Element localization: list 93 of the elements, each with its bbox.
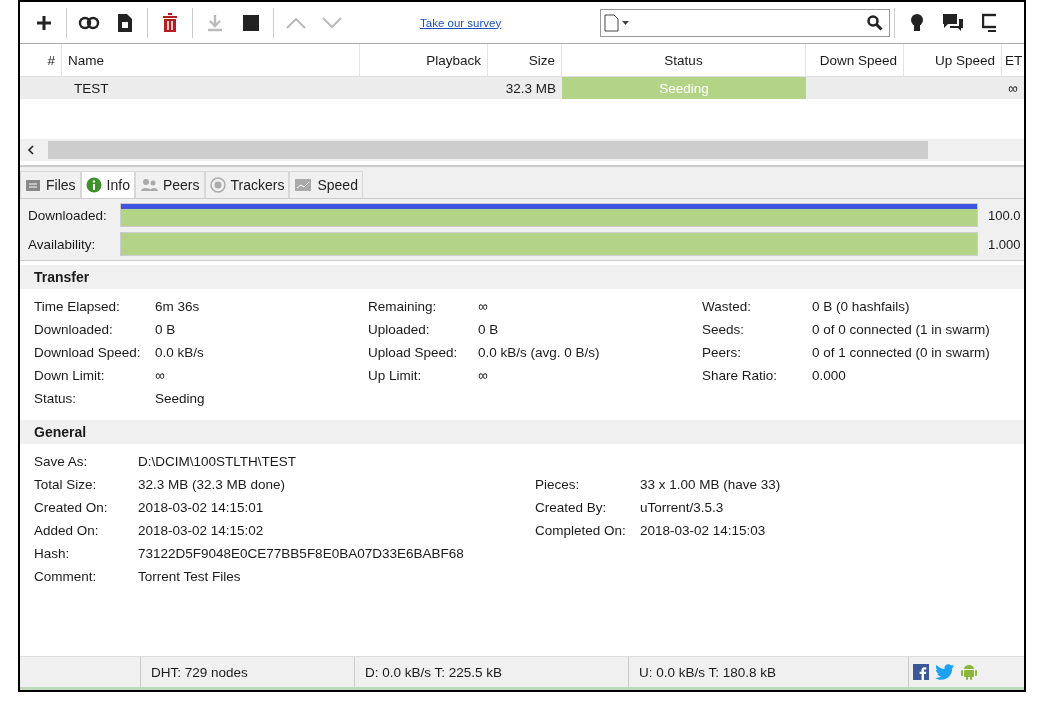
status-text: DHT: 729 nodes	[140, 657, 354, 687]
field-value: 0 B	[155, 322, 176, 337]
field-label: Wasted:	[702, 299, 753, 314]
status-text: U: 0.0 kB/s T: 180.8 kB	[628, 657, 908, 687]
lightbulb-icon	[910, 12, 924, 33]
search-field[interactable]	[600, 8, 890, 37]
bar-label: Downloaded:	[28, 207, 108, 223]
field-label: Added On:	[34, 523, 100, 538]
bar-label: Availability:	[28, 236, 97, 252]
field-value: ∞	[478, 299, 488, 314]
down-chevron-icon	[321, 15, 343, 30]
field-value: 0.0 kB/s (avg. 0 B/s)	[478, 345, 600, 360]
document-icon	[117, 12, 133, 33]
field-value: ∞	[478, 368, 488, 383]
field-value: 0 of 0 connected (1 in swarm)	[812, 322, 990, 337]
field-value: 0 of 1 connected (0 in swarm)	[812, 345, 990, 360]
field-value: 33 x 1.00 MB (have 33)	[640, 477, 781, 492]
field-label: Pieces:	[535, 477, 581, 492]
column-header[interactable]: Name	[62, 44, 360, 76]
field-value: 0 B (0 hashfails)	[812, 299, 910, 314]
field-label: Download Speed:	[34, 345, 142, 360]
column-header[interactable]: Status	[562, 44, 806, 76]
field-value: 0.000	[812, 368, 846, 383]
plus-icon	[35, 13, 53, 32]
stop-icon	[242, 13, 260, 32]
people-icon	[139, 178, 158, 192]
tab[interactable]: Speed	[289, 171, 363, 198]
search-icon	[867, 14, 883, 31]
field-label: Remaining:	[368, 299, 438, 314]
size-cell-text: 32.3 MB	[504, 79, 557, 98]
tab[interactable]: Info	[80, 171, 135, 198]
download-icon	[207, 13, 223, 32]
field-value: 2018-03-02 14:15:03	[640, 523, 766, 538]
bar-reading: 1.000	[988, 236, 1021, 252]
column-header[interactable]: ET	[1002, 44, 1024, 76]
section-header: Transfer	[20, 265, 1024, 289]
field-value: 2018-03-02 14:15:01	[138, 500, 265, 515]
field-label: Created On:	[34, 500, 109, 515]
field-value: uTorrent/3.5.3	[640, 500, 724, 515]
field-value: D:\DCIM\100STLTH\TEST	[138, 454, 298, 469]
torrent-row[interactable]: TEST 32.3 MB Seeding ∞	[20, 77, 1024, 99]
facebook-icon[interactable]	[913, 664, 929, 680]
name-cell-text: TEST	[73, 79, 110, 98]
field-value: 32.3 MB (32.3 MB done)	[138, 477, 287, 492]
field-value: 0.0 kB/s	[155, 345, 204, 360]
field-label: Seeds:	[702, 322, 746, 337]
column-header[interactable]: Size	[488, 44, 562, 76]
field-value: 73122D5F9048E0CE77BB5F8E0BA07D33E6BABF68	[138, 546, 465, 561]
field-label: Up Limit:	[368, 368, 423, 383]
field-value: Torrent Test Files	[138, 569, 242, 584]
scrollbar-thumb[interactable]	[48, 141, 928, 159]
field-label: Save As:	[34, 454, 89, 469]
field-value: 6m 36s	[155, 299, 200, 314]
field-label: Comment:	[34, 569, 98, 584]
field-label: Total Size:	[34, 477, 98, 492]
link-icon	[78, 15, 100, 30]
column-header[interactable]: Playback	[360, 44, 488, 76]
tab[interactable]: Peers	[134, 171, 205, 198]
field-label: Down Limit:	[34, 368, 106, 383]
field-label: Hash:	[34, 546, 71, 561]
field-label: Downloaded:	[34, 322, 114, 337]
field-value: 2018-03-02 14:15:02	[138, 523, 265, 538]
field-label: Created By:	[535, 500, 608, 515]
field-label: Status:	[34, 391, 78, 406]
scroll-left-icon[interactable]	[26, 144, 36, 156]
up-chevron-icon	[285, 15, 307, 30]
chat-icon	[942, 12, 964, 33]
tab[interactable]: Trackers	[204, 171, 290, 198]
column-header[interactable]: Down Speed	[806, 44, 904, 76]
target-icon	[209, 177, 226, 193]
field-value: ∞	[155, 368, 165, 383]
trash-icon	[162, 12, 178, 33]
info-icon	[85, 177, 102, 193]
status-text: D: 0.0 kB/s T: 225.5 kB	[354, 657, 628, 687]
field-label: Share Ratio:	[702, 368, 779, 383]
monitor-icon	[982, 12, 996, 33]
chart-icon	[294, 178, 313, 192]
column-header[interactable]: #	[20, 44, 62, 76]
field-label: Uploaded:	[368, 322, 431, 337]
section-header: General	[20, 420, 1024, 444]
field-label: Peers:	[702, 345, 743, 360]
tab[interactable]: Files	[20, 171, 81, 198]
field-value: Seeding	[155, 391, 205, 406]
status-text: Seeding	[659, 80, 709, 96]
bar-reading: 100.0	[988, 207, 1021, 223]
field-label: Time Elapsed:	[34, 299, 121, 314]
folder-icon	[25, 178, 41, 192]
survey-link[interactable]: Take our survey	[420, 16, 600, 29]
field-value: 0 B	[478, 322, 499, 337]
field-label: Completed On:	[535, 523, 627, 538]
field-label: Upload Speed:	[368, 345, 459, 360]
column-header[interactable]: Up Speed	[904, 44, 1002, 76]
eta-cell-text: ∞	[1007, 79, 1019, 98]
